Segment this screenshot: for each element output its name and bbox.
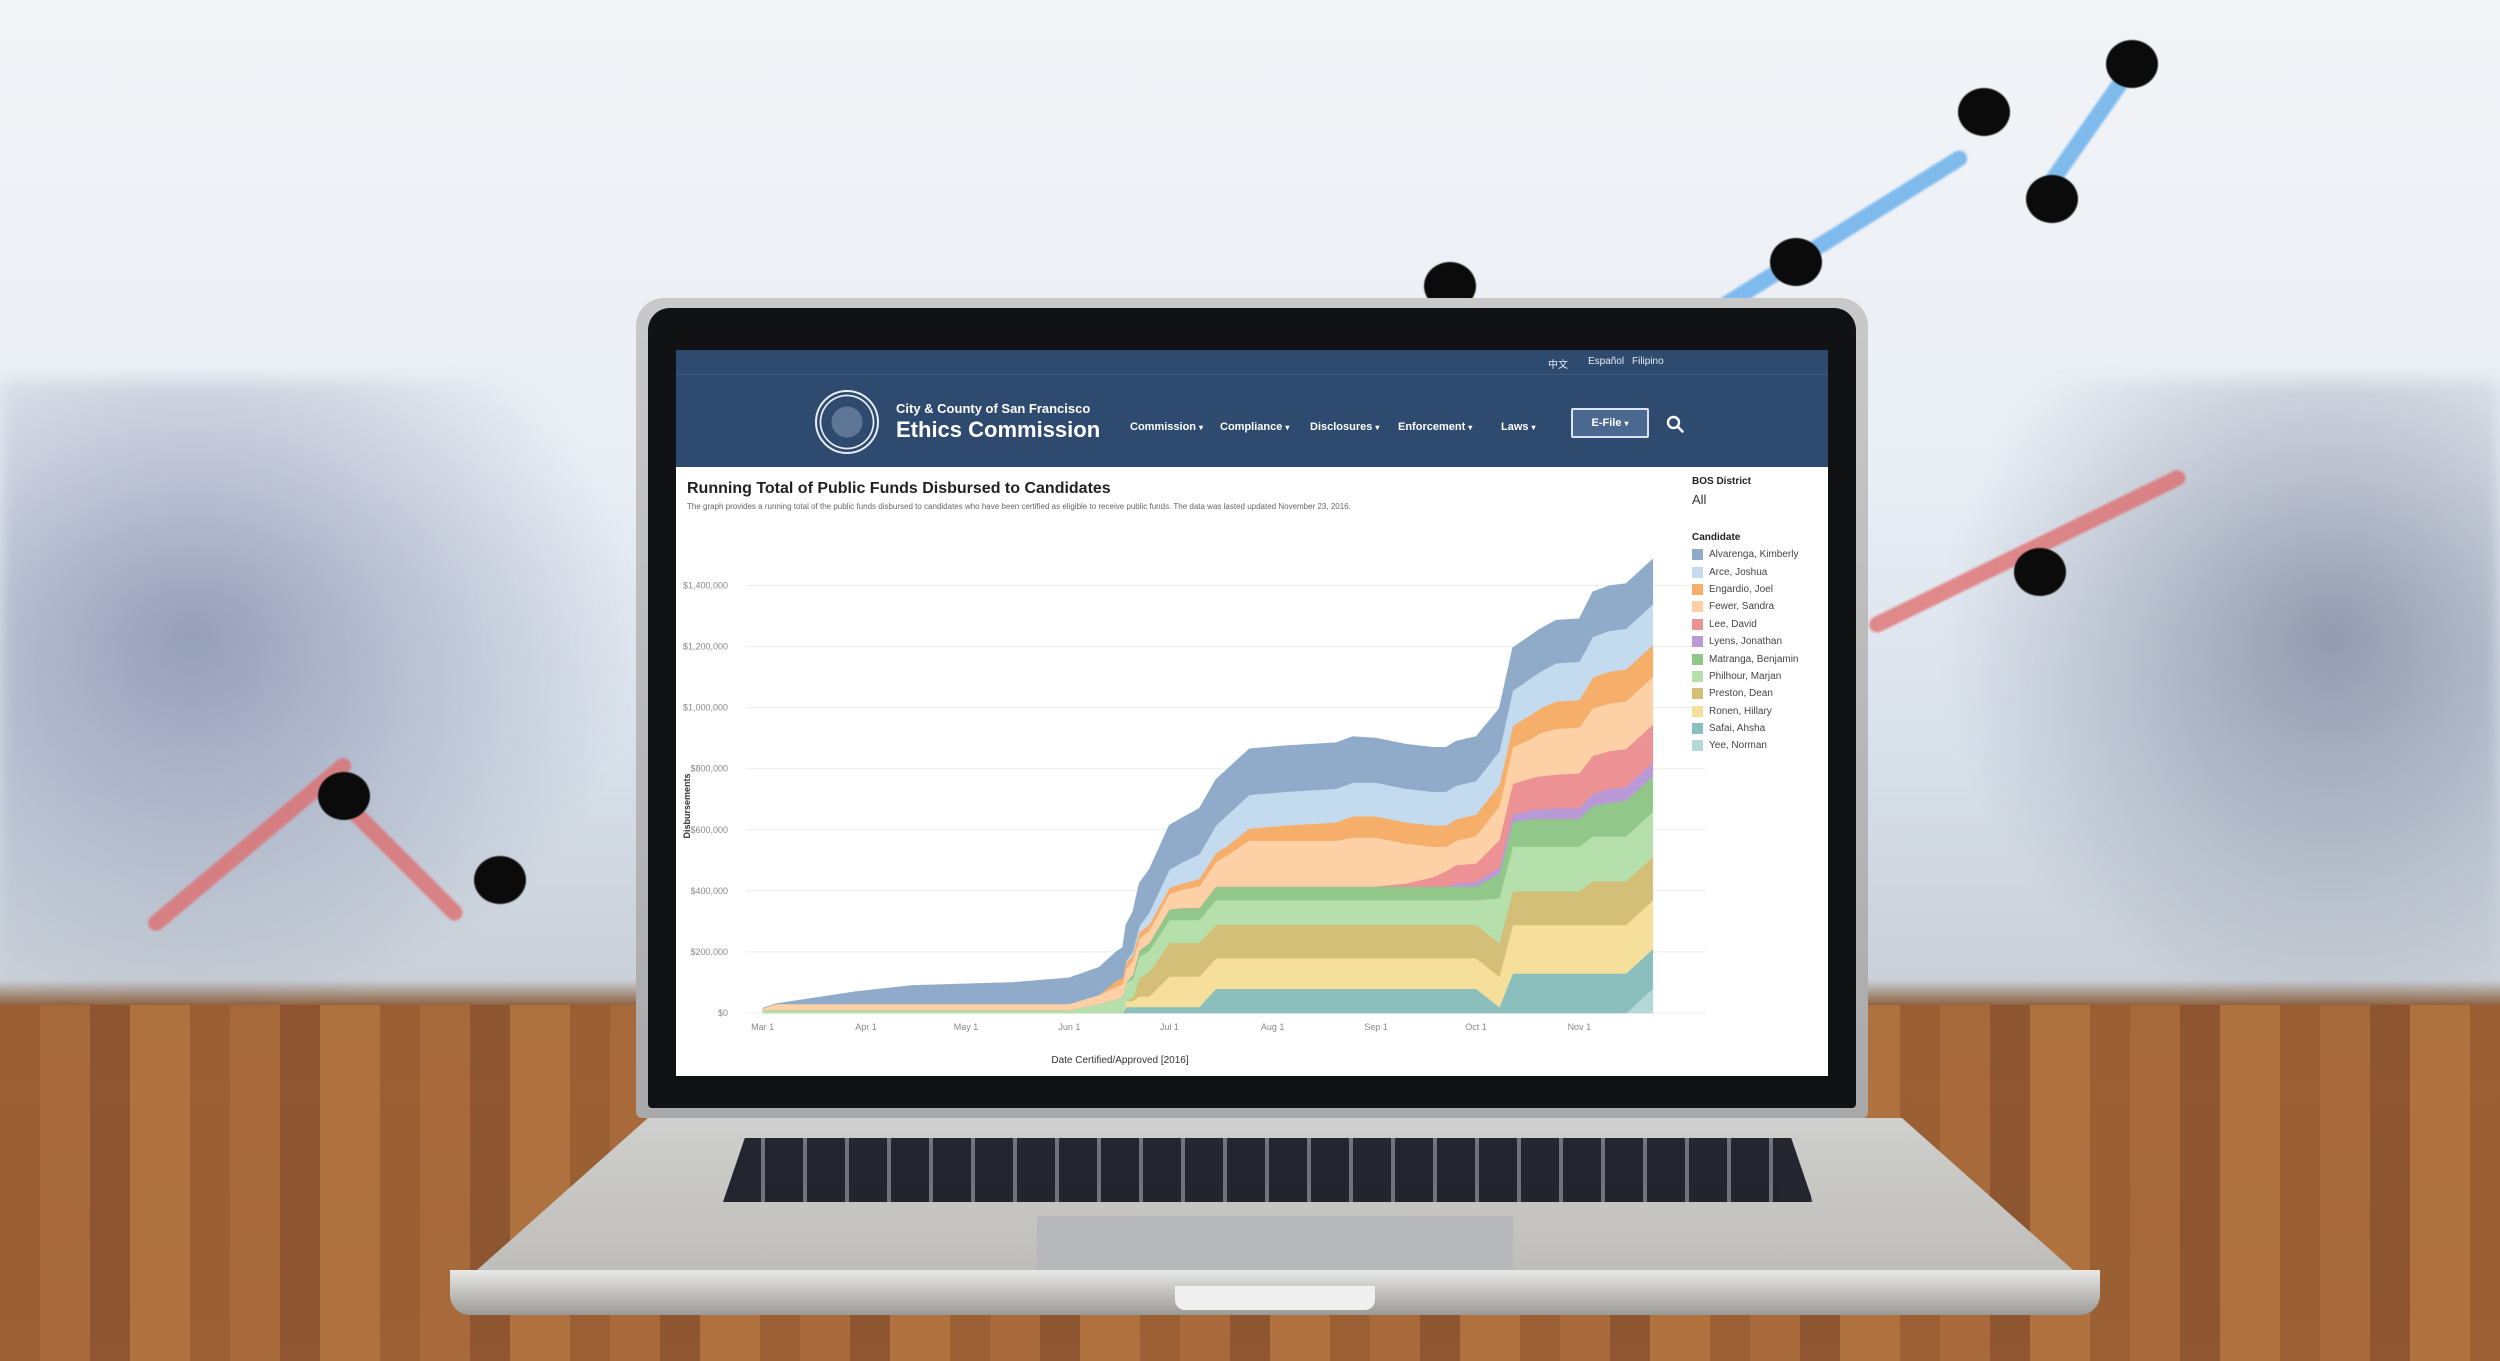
legend-item[interactable]: Preston, Dean <box>1692 685 1799 702</box>
x-tick-label: Jul 1 <box>1160 1022 1179 1032</box>
x-axis-title: Date Certified/Approved [2016] <box>1051 1055 1189 1066</box>
background-dot <box>1770 238 1822 286</box>
background-dot <box>2014 548 2066 596</box>
y-tick-label: $600,000 <box>690 825 728 835</box>
background-dot <box>1958 88 2010 136</box>
laptop-screen: 中文 Español Filipino City & County of San… <box>676 350 1828 1076</box>
background-city-right <box>1940 380 2500 1020</box>
background-trend-line <box>1715 147 1971 315</box>
legend-swatch <box>1692 549 1703 561</box>
legend-label: Lyens, Jonathan <box>1709 636 1783 648</box>
x-tick-label: Jun 1 <box>1058 1022 1080 1032</box>
bos-district-filter[interactable]: All <box>1692 492 1706 507</box>
legend-item[interactable]: Lyens, Jonathan <box>1692 633 1799 650</box>
x-tick-label: Oct 1 <box>1465 1022 1487 1032</box>
legend-item[interactable]: Ronen, Hillary <box>1692 703 1799 720</box>
background-dot <box>474 856 526 904</box>
legend-swatch <box>1692 688 1703 700</box>
legend-label: Ronen, Hillary <box>1709 705 1772 717</box>
candidate-legend-title: Candidate <box>1692 532 1741 543</box>
background-dot <box>2106 40 2158 88</box>
legend-swatch <box>1692 740 1703 752</box>
legend-label: Fewer, Sandra <box>1709 601 1775 613</box>
y-tick-label: $1,000,000 <box>683 703 728 713</box>
x-tick-label: Apr 1 <box>855 1022 877 1032</box>
legend-swatch <box>1692 723 1703 735</box>
legend-swatch <box>1692 583 1703 595</box>
x-axis-ticks: Mar 1 Apr 1 May 1 Jun 1 Jul 1 Aug 1 Sep 1 Oct 1… <box>751 1022 1591 1032</box>
x-tick-label: Mar 1 <box>751 1022 774 1032</box>
y-tick-label: $400,000 <box>690 886 728 896</box>
legend-item[interactable]: Safai, Ahsha <box>1692 720 1799 737</box>
candidate-legend: Alvarenga, Kimberly Arce, Joshua Engardio,… <box>1692 546 1799 755</box>
y-tick-label: $0 <box>718 1008 728 1018</box>
x-tick-label: Aug 1 <box>1261 1022 1285 1032</box>
legend-item[interactable]: Fewer, Sandra <box>1692 598 1799 615</box>
legend-item[interactable]: Lee, David <box>1692 616 1799 633</box>
bos-district-label: BOS District <box>1692 476 1751 487</box>
legend-item[interactable]: Yee, Norman <box>1692 737 1799 754</box>
y-axis-label: Disbursements <box>682 773 692 838</box>
background-city-left <box>0 380 640 1020</box>
legend-label: Philhour, Marjan <box>1709 670 1782 682</box>
legend-item[interactable]: Arce, Joshua <box>1692 563 1799 580</box>
legend-label: Matranga, Benjamin <box>1709 653 1799 665</box>
legend-label: Alvarenga, Kimberly <box>1709 549 1799 561</box>
legend-label: Lee, David <box>1709 618 1757 630</box>
y-tick-label: $1,400,000 <box>683 581 728 591</box>
legend-item[interactable]: Alvarenga, Kimberly <box>1692 546 1799 563</box>
laptop-trackpad <box>1037 1216 1513 1276</box>
legend-label: Safai, Ahsha <box>1709 723 1766 735</box>
background-dot <box>2026 175 2078 223</box>
legend-label: Engardio, Joel <box>1709 583 1773 595</box>
y-tick-label: $800,000 <box>690 764 728 774</box>
legend-swatch <box>1692 670 1703 682</box>
legend-swatch <box>1692 618 1703 630</box>
stacked-area-chart: $0 $200,000 $400,000 $600,000 $800,000 $1,000… <box>682 558 1706 1032</box>
background-dot <box>318 772 370 820</box>
x-tick-label: May 1 <box>954 1022 979 1032</box>
legend-swatch <box>1692 705 1703 717</box>
laptop-keyboard <box>723 1138 1813 1202</box>
laptop-notch <box>1175 1286 1375 1310</box>
legend-item[interactable]: Matranga, Benjamin <box>1692 650 1799 667</box>
legend-swatch <box>1692 566 1703 578</box>
legend-swatch <box>1692 653 1703 665</box>
y-tick-label: $1,200,000 <box>683 642 728 652</box>
y-tick-label: $200,000 <box>690 947 728 957</box>
legend-label: Yee, Norman <box>1709 740 1767 752</box>
x-tick-label: Nov 1 <box>1568 1022 1592 1032</box>
legend-item[interactable]: Philhour, Marjan <box>1692 668 1799 685</box>
legend-swatch <box>1692 636 1703 648</box>
x-tick-label: Sep 1 <box>1364 1022 1388 1032</box>
legend-label: Arce, Joshua <box>1709 566 1768 578</box>
legend-item[interactable]: Engardio, Joel <box>1692 581 1799 598</box>
legend-swatch <box>1692 601 1703 613</box>
legend-label: Preston, Dean <box>1709 688 1773 700</box>
area-series <box>762 558 1654 1014</box>
